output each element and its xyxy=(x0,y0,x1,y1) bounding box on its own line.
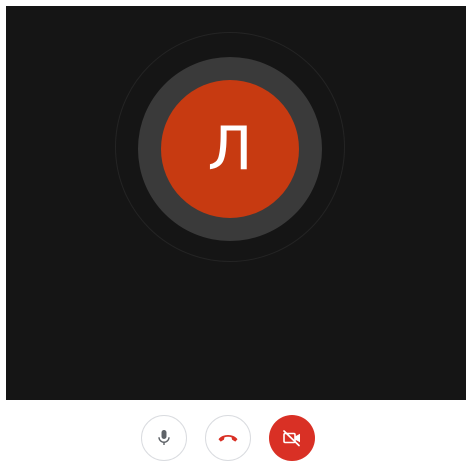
hang-up-button[interactable] xyxy=(205,415,251,461)
call-controls xyxy=(0,413,472,461)
phone-hangup-icon xyxy=(217,432,239,444)
microphone-icon xyxy=(156,429,172,447)
camera-off-icon xyxy=(281,429,303,447)
participant-initial: Л xyxy=(207,114,253,184)
camera-toggle-button[interactable] xyxy=(269,415,315,461)
participant-avatar: Л xyxy=(161,80,299,218)
microphone-button[interactable] xyxy=(141,415,187,461)
video-area: Л xyxy=(6,6,466,400)
